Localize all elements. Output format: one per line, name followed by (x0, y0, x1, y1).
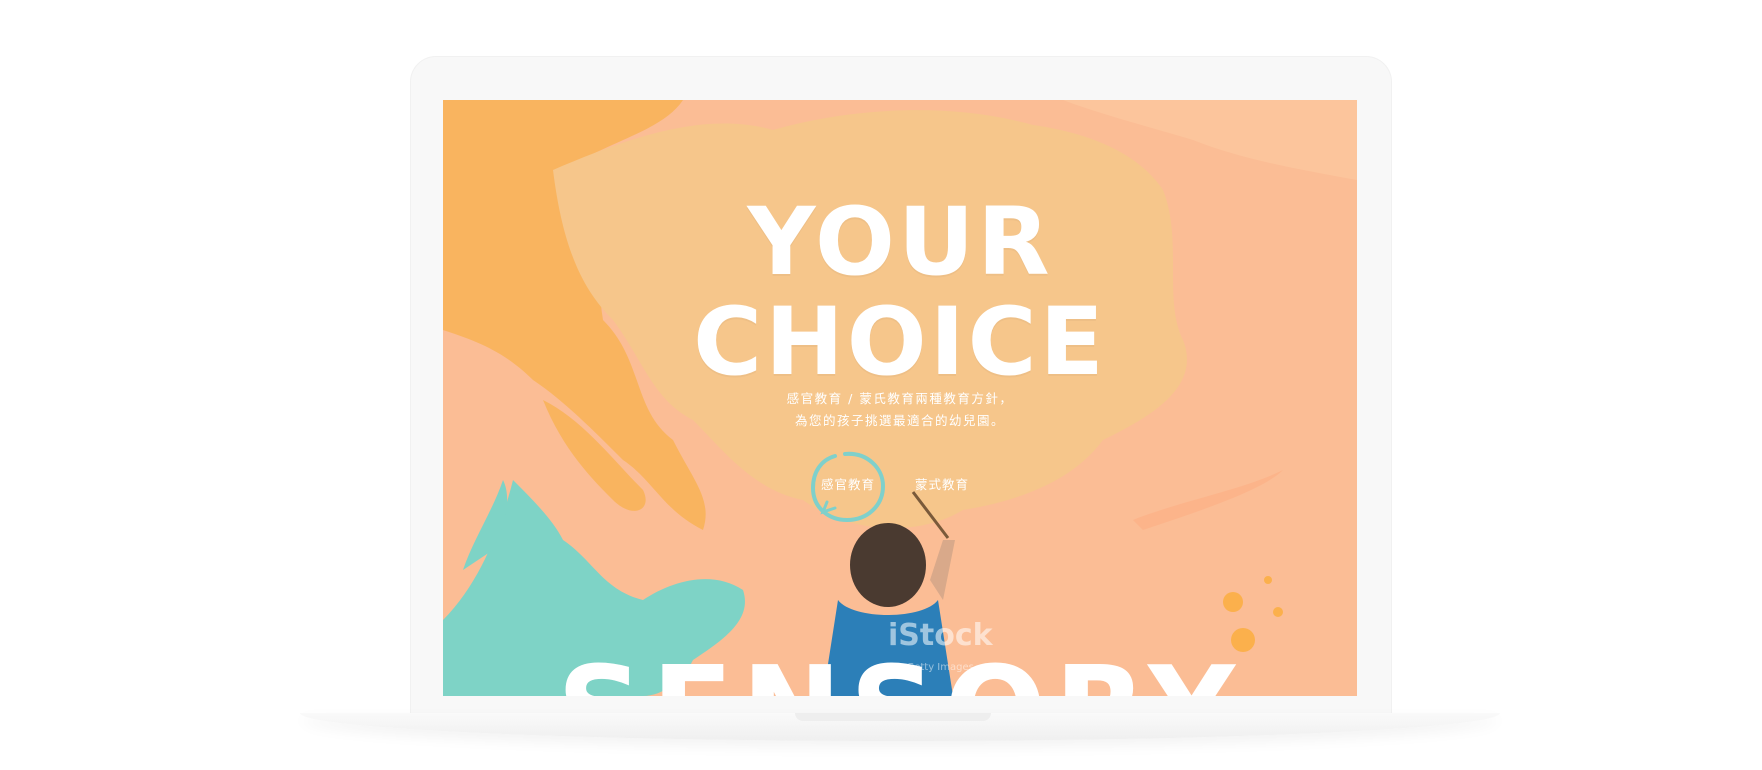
hero-title-line-1: YOUR (747, 188, 1053, 297)
website-screen: YOUR CHOICE 感官教育 / 蒙氏教育兩種教育方針， 為您的孩子挑選最適… (443, 100, 1357, 696)
sensory-education-option[interactable]: 感官教育 (821, 474, 875, 493)
laptop-notch (795, 713, 991, 721)
hero-subtitle-line-2: 為您的孩子挑選最適合的幼兒園。 (794, 413, 1005, 428)
hero-subtitle-line-1: 感官教育 / 蒙氏教育兩種教育方針， (786, 391, 1014, 406)
hero-title-line-2: CHOICE (693, 288, 1107, 397)
montessori-education-option[interactable]: 蒙式教育 (915, 474, 969, 493)
sensory-section-title: SENSORY (443, 652, 1357, 697)
